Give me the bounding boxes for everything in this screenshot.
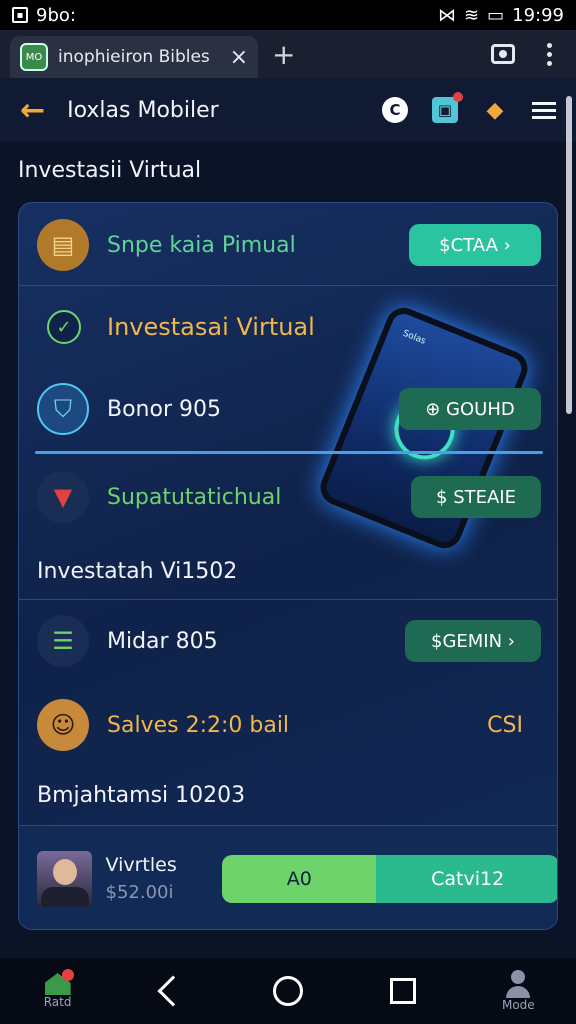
product-info: Vivrtles $52.00i: [106, 854, 223, 903]
row-label: Midar 805: [107, 628, 218, 654]
signal-icon: ⋈: [438, 4, 457, 26]
nav-profile-label: Mode: [501, 998, 535, 1012]
back-arrow-icon[interactable]: ←: [20, 93, 45, 128]
list-item: Bmjahtamsi 10203: [19, 775, 557, 815]
action-a-button[interactable]: A0: [222, 854, 377, 903]
list-item: Investatah Vi1502: [19, 551, 557, 591]
shield-icon: ⛉: [37, 383, 89, 435]
row-label: Supatutatichual: [107, 484, 282, 510]
row-label: Snpe kaia Pimual: [107, 232, 296, 258]
status-text: 9bo:: [36, 4, 76, 26]
wifi-icon: ≋: [464, 4, 480, 26]
status-time: 19:99: [512, 4, 564, 26]
circle-home-icon: [272, 976, 303, 1006]
tab-actions: [491, 42, 566, 66]
action-b-button[interactable]: Catvi12: [376, 854, 557, 903]
coin-icon[interactable]: C: [382, 97, 408, 123]
avatar-icon: ☺: [37, 699, 89, 751]
more-options-icon[interactable]: [547, 42, 552, 66]
notification-dot: [61, 969, 74, 981]
notification-icon: ▪: [12, 7, 28, 23]
tab-title: inophieiron Bibles: [58, 47, 210, 67]
back-icon: [157, 975, 189, 1007]
product-title: Vivrtles: [105, 854, 177, 876]
browser-tab-strip: MO inophieiron Bibles × +: [0, 30, 576, 78]
avatar-head: [53, 858, 77, 885]
check-circle-icon: ✓: [47, 310, 81, 344]
status-left: ▪ 9bo:: [12, 5, 76, 26]
gift-icon: ▼: [37, 471, 89, 523]
plus-icon[interactable]: +: [272, 38, 295, 71]
app-title: Ioxlas Mobiler: [67, 97, 219, 123]
list-item[interactable]: ⛉ Bonor 905 ⊕ GOUHD: [19, 381, 557, 437]
nav-profile[interactable]: Mode: [478, 970, 558, 1012]
row-label: Bmjahtamsi 10203: [37, 782, 246, 808]
nav-back[interactable]: [133, 975, 213, 1007]
header-icons: C ▣ ◆: [382, 92, 556, 123]
recents-icon: [390, 978, 417, 1004]
app-header: ← Ioxlas Mobiler C ▣ ◆: [0, 78, 576, 142]
divider: [19, 599, 557, 600]
row-action-button[interactable]: ⊕ GOUHD: [399, 388, 541, 430]
bottom-nav-bar: Ratd Mode: [0, 958, 576, 1024]
favicon-icon: MO: [20, 43, 48, 71]
status-bar: ▪ 9bo: ⋈ ≋ ▭ 19:99: [0, 0, 576, 30]
list-item[interactable]: ▤ Snpe kaia Pimual $CTAA ›: [19, 217, 557, 273]
nav-home[interactable]: Ratd: [18, 969, 98, 1009]
person-icon: [506, 970, 531, 998]
row-action-button[interactable]: $CTAA ›: [409, 224, 541, 266]
nav-home-button[interactable]: [248, 976, 328, 1006]
investment-card: Solas ▤ Snpe kaia Pimual $CTAA › ✓ Inves…: [18, 202, 558, 930]
bottom-product-row: Vivrtles $52.00i A0 Catvi12: [19, 825, 557, 929]
row-label: Salves 2:2:0 bail: [107, 712, 290, 738]
battery-icon: ▭: [487, 4, 505, 26]
list-item[interactable]: ☰ Midar 805 $GEMIN ›: [19, 613, 557, 669]
avatar-body: [41, 886, 89, 907]
divider: [19, 285, 557, 286]
close-icon[interactable]: ×: [230, 45, 248, 70]
nav-recents[interactable]: [363, 978, 443, 1004]
list-item[interactable]: ✓ Investasai Virtual: [19, 299, 557, 355]
row-label: Investasai Virtual: [107, 313, 315, 341]
split-action-button: A0 Catvi12: [222, 854, 557, 903]
row-value: CSI: [487, 712, 523, 738]
product-price: $52.00i: [105, 882, 174, 903]
camera-icon[interactable]: [491, 44, 515, 64]
notification-dot: [453, 92, 463, 102]
list-item[interactable]: ☺ Salves 2:2:0 bail CSI: [19, 697, 557, 753]
list-item[interactable]: ▼ Supatutatichual $ STEAIE: [19, 469, 557, 525]
store-icon: ▤: [37, 219, 89, 271]
highlight-divider: [35, 451, 543, 454]
row-action-button[interactable]: $GEMIN ›: [405, 620, 541, 662]
scrollbar[interactable]: [566, 96, 572, 414]
row-label: Investatah Vi1502: [37, 558, 238, 584]
row-action-button[interactable]: $ STEAIE: [411, 476, 541, 518]
row-label: Bonor 905: [107, 396, 221, 422]
tag-icon[interactable]: ◆: [482, 97, 508, 123]
browser-tab[interactable]: MO inophieiron Bibles ×: [10, 36, 258, 78]
product-avatar: [37, 850, 92, 907]
nav-home-label: Ratd: [43, 995, 72, 1009]
section-title: Investasii Virtual: [18, 158, 202, 183]
gallery-icon[interactable]: ▣: [432, 92, 463, 123]
status-right: ⋈ ≋ ▭ 19:99: [438, 5, 564, 26]
list-icon: ☰: [37, 615, 89, 667]
menu-icon[interactable]: [532, 101, 556, 119]
